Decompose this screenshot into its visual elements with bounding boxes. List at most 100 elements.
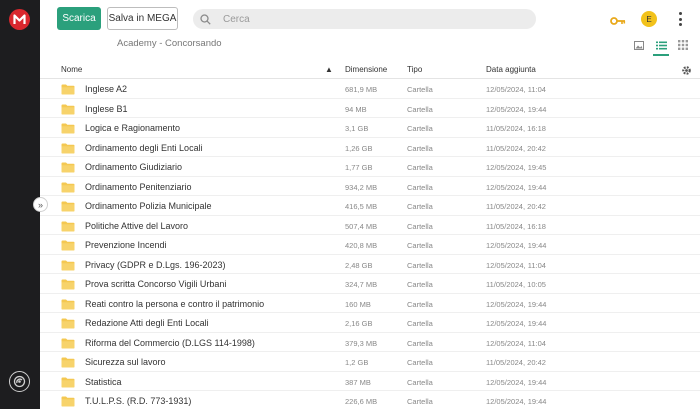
table-row[interactable]: Prevenzione Incendi 420,8 MB Cartella 12/05… <box>40 235 700 255</box>
grid-view-icon[interactable] <box>676 38 690 52</box>
table-row[interactable]: Ordinamento Penitenziario 934,2 MB Cartell… <box>40 177 700 196</box>
row-name: Statistica <box>85 376 122 387</box>
sort-up-icon[interactable]: ▲ <box>325 65 333 74</box>
row-name: Prova scritta Concorso Vigili Urbani <box>85 279 227 289</box>
row-type: Cartella <box>407 358 433 367</box>
row-size: 226,6 MB <box>345 397 378 406</box>
row-name: Redazione Atti degli Enti Locali <box>85 318 209 328</box>
search-input[interactable] <box>223 13 523 25</box>
table-row[interactable]: Reati contro la persona e contro il patr… <box>40 294 700 313</box>
row-date: 12/05/2024, 19:45 <box>486 163 547 172</box>
breadcrumb[interactable]: Academy - Concorsando <box>117 38 222 49</box>
save-to-mega-button[interactable]: Salva in MEGA <box>107 7 178 30</box>
row-size: 160 MB <box>345 299 371 309</box>
row-type: Cartella <box>407 241 433 250</box>
table-row[interactable]: Logica e Ragionamento 3,1 GB Cartella 11/05… <box>40 118 700 138</box>
row-name: Privacy (GDPR e D.Lgs. 196-2023) <box>85 259 226 270</box>
row-type: Cartella <box>407 202 433 211</box>
folder-icon <box>61 260 75 271</box>
search-icon <box>200 13 211 25</box>
folder-icon <box>61 143 75 154</box>
folder-icon <box>61 396 75 407</box>
folder-icon <box>61 201 75 212</box>
row-size: 387 MB <box>345 377 371 387</box>
row-type: Cartella <box>407 260 433 270</box>
row-name: Ordinamento degli Enti Locali <box>85 142 203 153</box>
table-row[interactable]: Politiche Attive del Lavoro 507,4 MB Carte… <box>40 216 700 235</box>
row-type: Cartella <box>407 338 433 348</box>
row-date: 11/05/2024, 20:42 <box>486 143 546 153</box>
row-type: Cartella <box>407 85 433 94</box>
row-type: Cartella <box>407 143 433 153</box>
folder-icon <box>61 84 75 95</box>
table-row[interactable]: Redazione Atti degli Enti Locali 2,16 GB C… <box>40 313 700 333</box>
table-row[interactable]: Sicurezza sul lavoro 1,2 GB Cartella 11/05/… <box>40 352 700 372</box>
table-row[interactable]: Ordinamento Polizia Municipale 416,5 MB Ca… <box>40 196 700 216</box>
key-icon[interactable] <box>610 13 626 31</box>
row-size: 3,1 GB <box>345 124 369 133</box>
table-row[interactable]: Statistica 387 MB Cartella 12/05/2024, 19:4… <box>40 372 700 391</box>
row-type: Cartella <box>407 163 433 172</box>
row-size: 379,3 MB <box>345 338 378 348</box>
column-header-size[interactable]: Dimensione <box>345 65 387 74</box>
list-view-icon[interactable] <box>653 38 669 56</box>
table-row[interactable]: Inglese B1 94 MB Cartella 12/05/2024, 19:44 <box>40 99 700 118</box>
user-avatar[interactable]: E <box>641 11 657 27</box>
row-date: 12/05/2024, 19:44 <box>486 377 547 387</box>
mega-logo-icon[interactable] <box>9 9 30 30</box>
column-header-type[interactable]: Tipo <box>407 65 422 74</box>
thumbnail-view-icon[interactable] <box>632 38 646 52</box>
row-name: Ordinamento Penitenziario <box>85 181 192 192</box>
row-date: 11/05/2024, 20:42 <box>486 202 546 211</box>
folder-icon <box>61 338 75 349</box>
folder-icon <box>61 182 75 193</box>
folder-icon <box>61 123 75 134</box>
row-type: Cartella <box>407 319 433 328</box>
row-name: Ordinamento Giudiziario <box>85 162 183 172</box>
row-size: 416,5 MB <box>345 202 378 211</box>
table-header: Nome ▲ Dimensione Tipo Data aggiunta <box>40 60 700 79</box>
row-date: 11/05/2024, 16:18 <box>486 124 546 133</box>
table-row[interactable]: Prova scritta Concorso Vigili Urbani 324,… <box>40 274 700 294</box>
row-name: Politiche Attive del Lavoro <box>85 220 189 231</box>
row-date: 12/05/2024, 19:44 <box>486 319 547 328</box>
row-name: T.U.L.P.S. (R.D. 773-1931) <box>85 396 192 406</box>
folder-icon <box>61 357 75 368</box>
folder-icon <box>61 240 75 251</box>
column-header-date[interactable]: Data aggiunta <box>486 65 536 74</box>
table-body: Inglese A2 681,9 MB Cartella 12/05/2024, 11… <box>40 79 700 409</box>
search-bar[interactable] <box>193 9 536 29</box>
row-date: 12/05/2024, 19:44 <box>486 397 547 406</box>
table-row[interactable]: Ordinamento Giudiziario 1,77 GB Cartella 12… <box>40 157 700 177</box>
download-button[interactable]: Scarica <box>57 7 101 30</box>
row-type: Cartella <box>407 221 433 231</box>
row-size: 1,2 GB <box>345 358 369 367</box>
transfer-manager-icon[interactable] <box>9 371 30 392</box>
table-row[interactable]: Ordinamento degli Enti Locali 1,26 GB Cart… <box>40 138 700 157</box>
row-date: 12/05/2024, 11:04 <box>486 260 546 270</box>
row-size: 1,77 GB <box>345 163 373 172</box>
app-window: » Scarica Salva in MEGA E Academy - Conc… <box>0 0 700 409</box>
row-type: Cartella <box>407 182 433 192</box>
row-type: Cartella <box>407 377 433 387</box>
folder-icon <box>61 299 75 310</box>
row-name: Ordinamento Polizia Municipale <box>85 201 212 211</box>
table-row[interactable]: Riforma del Commercio (D.LGS 114-1998) 37… <box>40 333 700 352</box>
table-row[interactable]: Privacy (GDPR e D.Lgs. 196-2023) 2,48 GB C… <box>40 255 700 274</box>
kebab-menu-icon[interactable] <box>676 12 684 26</box>
table-row[interactable]: T.U.L.P.S. (R.D. 773-1931) 226,6 MB Cartel… <box>40 391 700 409</box>
row-size: 94 MB <box>345 104 367 114</box>
table-row[interactable]: Inglese A2 681,9 MB Cartella 12/05/2024, 11… <box>40 79 700 99</box>
row-date: 11/05/2024, 16:18 <box>486 221 546 231</box>
row-name: Inglese A2 <box>85 84 128 94</box>
row-name: Sicurezza sul lavoro <box>85 357 166 367</box>
row-date: 12/05/2024, 19:44 <box>486 299 547 309</box>
folder-icon <box>61 279 75 290</box>
row-size: 324,7 MB <box>345 280 378 289</box>
folder-icon <box>61 377 75 388</box>
top-bar: Scarica Salva in MEGA E <box>40 0 700 38</box>
gear-icon[interactable] <box>681 65 692 78</box>
expand-sidebar-chevron-icon[interactable]: » <box>33 197 48 212</box>
row-size: 507,4 MB <box>345 221 378 231</box>
column-header-name[interactable]: Nome <box>61 65 82 74</box>
